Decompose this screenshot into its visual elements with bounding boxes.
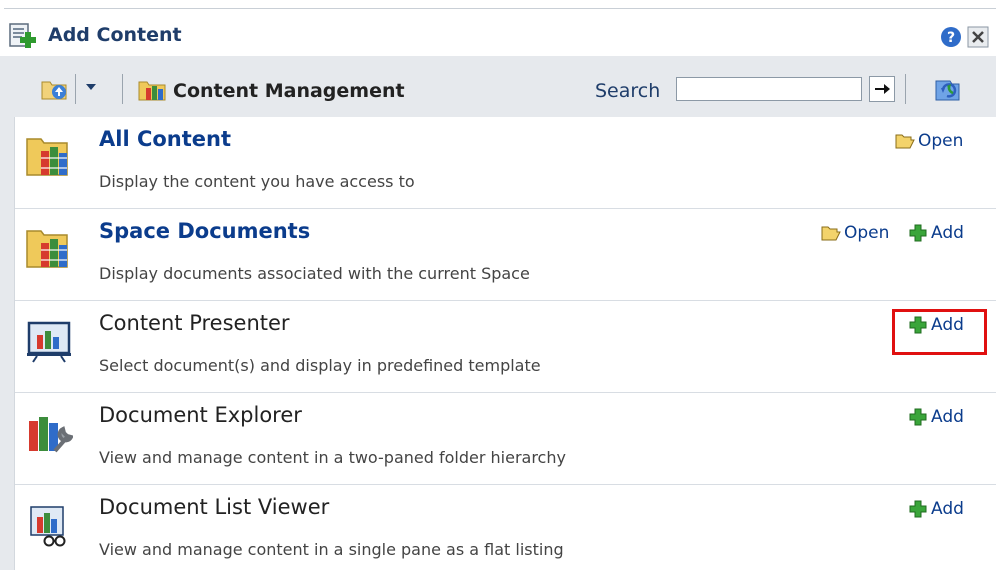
close-icon[interactable] (967, 26, 989, 48)
open-button[interactable]: Open (821, 223, 889, 243)
explorer-tools-icon (29, 417, 73, 453)
open-button[interactable]: Open (895, 131, 963, 151)
plus-icon (909, 224, 927, 242)
top-border (4, 8, 996, 9)
item-description: Select document(s) and display in predef… (99, 356, 541, 375)
add-button[interactable]: Add (908, 499, 964, 519)
toolbar: Content Management Search (0, 56, 996, 117)
add-label: Add (931, 407, 964, 427)
toolbar-divider (122, 74, 123, 104)
open-label: Open (918, 131, 964, 151)
add-content-icon (9, 23, 36, 48)
toolbar-divider (75, 74, 76, 104)
folder-up-icon[interactable] (40, 76, 70, 102)
presenter-icon (27, 321, 71, 363)
location-label: Content Management (173, 80, 405, 102)
content-type-list: All Content Display the content you have… (14, 117, 996, 570)
highlight-box (892, 309, 987, 355)
item-description: Display the content you have access to (99, 172, 415, 191)
plus-icon (909, 408, 927, 426)
dialog-title: Add Content (48, 24, 182, 46)
dialog-title-bar: Add Content ? (0, 10, 996, 56)
folder-library-icon (26, 230, 68, 268)
search-input[interactable] (676, 77, 862, 101)
list-item-document-list-viewer: Document List Viewer View and manage con… (15, 485, 996, 576)
add-label: Add (931, 223, 964, 243)
open-label: Open (844, 223, 890, 243)
arrow-right-icon (875, 84, 890, 94)
list-item-document-explorer: Document Explorer View and manage conten… (15, 393, 996, 485)
add-label: Add (931, 499, 964, 519)
item-title-link[interactable]: All Content (99, 127, 231, 151)
toolbar-divider (905, 74, 906, 104)
search-label: Search (595, 80, 661, 102)
folder-open-icon (895, 134, 915, 149)
svg-text:?: ? (947, 30, 955, 46)
item-title: Document List Viewer (99, 495, 330, 519)
library-icon (138, 81, 166, 101)
item-description: Display documents associated with the cu… (99, 264, 530, 283)
item-title: Document Explorer (99, 403, 302, 427)
list-item-all-content: All Content Display the content you have… (15, 117, 996, 209)
help-icon[interactable]: ? (940, 26, 962, 48)
add-button[interactable]: Add (908, 223, 964, 243)
refresh-icon[interactable] (929, 74, 965, 106)
list-viewer-icon (30, 506, 66, 547)
item-title-link[interactable]: Space Documents (99, 219, 310, 243)
item-description: View and manage content in a two-paned f… (99, 448, 566, 467)
item-description: View and manage content in a single pane… (99, 540, 564, 559)
list-item-content-presenter: Content Presenter Select document(s) and… (15, 301, 996, 393)
folder-open-icon (821, 226, 841, 241)
plus-icon (909, 500, 927, 518)
list-item-space-documents: Space Documents Display documents associ… (15, 209, 996, 301)
folder-library-icon (26, 138, 68, 176)
chevron-down-icon[interactable] (84, 80, 98, 94)
item-title: Content Presenter (99, 311, 290, 335)
search-go-button[interactable] (869, 76, 895, 102)
add-content-dialog: Add Content ? Content Management Search … (0, 0, 996, 570)
add-button[interactable]: Add (908, 407, 964, 427)
